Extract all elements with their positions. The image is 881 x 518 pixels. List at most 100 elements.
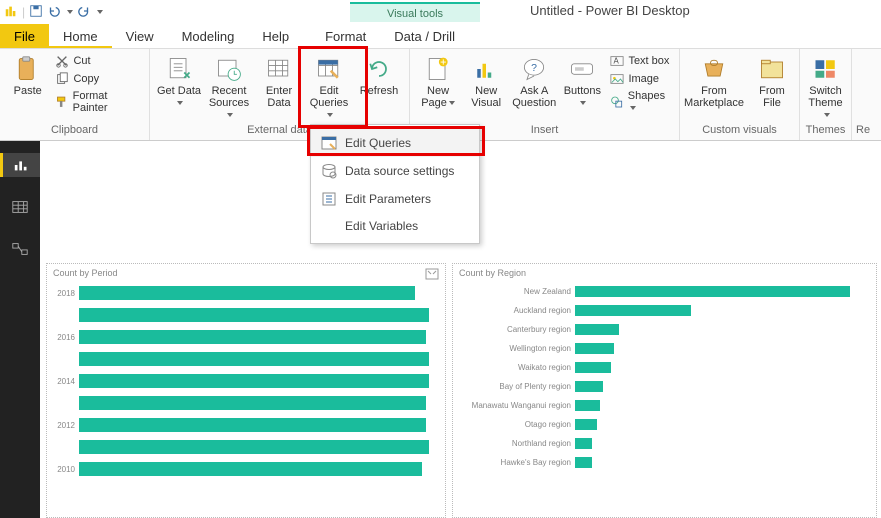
bar-category-label: Otago region: [459, 420, 575, 429]
edit-queries-menu-icon: [321, 135, 337, 151]
enter-data-icon: [265, 55, 293, 83]
bar: [575, 343, 614, 354]
refresh-button[interactable]: Refresh: [356, 53, 402, 97]
menu-edit-parameters[interactable]: Edit Parameters: [311, 185, 479, 213]
copy-button[interactable]: Copy: [53, 71, 143, 87]
group-clipboard: Paste Cut Copy Format Painter Clipboard: [0, 49, 150, 140]
visual-count-by-region[interactable]: Count by Region New ZealandAuckland regi…: [452, 263, 877, 518]
tab-home[interactable]: Home: [49, 24, 112, 48]
recent-sources-button[interactable]: Recent Sources: [206, 53, 252, 121]
bar-row: Bay of Plenty region: [459, 378, 870, 394]
bar-row: 2018: [53, 284, 439, 302]
tab-file[interactable]: File: [0, 24, 49, 48]
group-custom-visuals: From Marketplace From File Custom visual…: [680, 49, 800, 140]
bar: [79, 286, 415, 300]
bar-row: [53, 350, 439, 368]
bar-category-label: Bay of Plenty region: [459, 382, 575, 391]
recent-sources-icon: [215, 55, 243, 83]
view-rail: [0, 141, 40, 518]
paste-icon: [14, 55, 42, 83]
bars-right: New ZealandAuckland regionCanterbury reg…: [453, 283, 876, 477]
save-icon[interactable]: [29, 4, 43, 21]
bar-category-label: 2012: [53, 421, 79, 430]
bar-row: Otago region: [459, 416, 870, 432]
bar: [79, 396, 426, 410]
image-button[interactable]: Image: [608, 71, 673, 87]
edit-queries-icon: [315, 55, 343, 83]
marketplace-icon: [700, 55, 728, 83]
format-painter-button[interactable]: Format Painter: [53, 89, 143, 115]
report-view-button[interactable]: [0, 153, 40, 177]
bars-left: 2018 2016 2014 2012 2010: [47, 284, 445, 486]
visual-count-by-period[interactable]: Count by Period 20182016201420122010: [46, 263, 446, 518]
bar-row: 2012: [53, 416, 439, 434]
undo-dropdown-icon[interactable]: [67, 10, 73, 14]
bar-row: Waikato region: [459, 359, 870, 375]
format-painter-icon: [55, 95, 68, 109]
tab-help[interactable]: Help: [248, 24, 303, 48]
new-page-button[interactable]: New Page: [416, 53, 460, 109]
bar-row: New Zealand: [459, 283, 870, 299]
new-visual-icon: [472, 55, 500, 83]
bar: [575, 381, 603, 392]
paste-button[interactable]: Paste: [6, 53, 49, 97]
bar-row: Canterbury region: [459, 321, 870, 337]
menu-edit-variables[interactable]: Edit Variables: [311, 213, 479, 239]
bar-category-label: Waikato region: [459, 363, 575, 372]
bar: [79, 440, 429, 454]
tab-format[interactable]: Format: [311, 24, 380, 48]
enter-data-button[interactable]: Enter Data: [256, 53, 302, 109]
bar-category-label: 2018: [53, 289, 79, 298]
bar-row: 2016: [53, 328, 439, 346]
bar-category-label: 2016: [53, 333, 79, 342]
buttons-button[interactable]: Buttons: [560, 53, 604, 109]
qat-dropdown-icon[interactable]: [97, 10, 103, 14]
new-visual-button[interactable]: New Visual: [464, 53, 508, 109]
ask-question-button[interactable]: ?Ask A Question: [512, 53, 556, 109]
bar: [79, 352, 429, 366]
focus-mode-icon[interactable]: [425, 268, 439, 280]
get-data-button[interactable]: Get Data: [156, 53, 202, 109]
data-view-button[interactable]: [6, 195, 34, 219]
bar-row: Northland region: [459, 435, 870, 451]
bar: [575, 286, 850, 297]
bar-category-label: 2014: [53, 377, 79, 386]
bar-row: Hawke's Bay region: [459, 454, 870, 470]
switch-theme-button[interactable]: Switch Theme: [806, 53, 845, 121]
title-bar: | Visual tools Untitled - Power BI Deskt…: [0, 0, 881, 24]
bar-row: 2014: [53, 372, 439, 390]
bar: [575, 305, 691, 316]
bar: [79, 374, 429, 388]
ask-question-icon: ?: [520, 55, 548, 83]
bar-category-label: Manawatu Wanganui region: [459, 401, 575, 410]
quick-access-toolbar: |: [0, 4, 107, 21]
tab-view[interactable]: View: [112, 24, 168, 48]
from-file-button[interactable]: From File: [752, 53, 792, 109]
svg-text:?: ?: [531, 62, 537, 74]
model-view-button[interactable]: [6, 237, 34, 261]
from-marketplace-button[interactable]: From Marketplace: [686, 53, 742, 109]
bar: [79, 418, 426, 432]
edit-queries-button[interactable]: Edit Queries: [306, 53, 352, 121]
refresh-icon: [365, 55, 393, 83]
switch-theme-icon: [812, 55, 840, 83]
shapes-button[interactable]: Shapes: [608, 89, 673, 115]
image-icon: [610, 72, 624, 86]
undo-icon[interactable]: [47, 4, 61, 21]
bar-row: 2010: [53, 460, 439, 478]
bar-category-label: Hawke's Bay region: [459, 458, 575, 467]
contextual-tab-visual-tools: Visual tools: [350, 2, 480, 22]
textbox-button[interactable]: AText box: [608, 53, 673, 69]
bar: [79, 308, 429, 322]
bar-row: Manawatu Wanganui region: [459, 397, 870, 413]
tab-modeling[interactable]: Modeling: [168, 24, 249, 48]
new-page-icon: [424, 55, 452, 83]
edit-queries-dropdown: Edit Queries Data source settings Edit P…: [310, 124, 480, 244]
tab-datadrill[interactable]: Data / Drill: [380, 24, 469, 48]
visual-title-right: Count by Region: [453, 264, 876, 280]
redo-icon[interactable]: [77, 4, 91, 21]
textbox-icon: A: [610, 54, 624, 68]
cut-button[interactable]: Cut: [53, 53, 143, 69]
menu-edit-queries[interactable]: Edit Queries: [311, 129, 479, 157]
menu-data-source-settings[interactable]: Data source settings: [311, 157, 479, 185]
